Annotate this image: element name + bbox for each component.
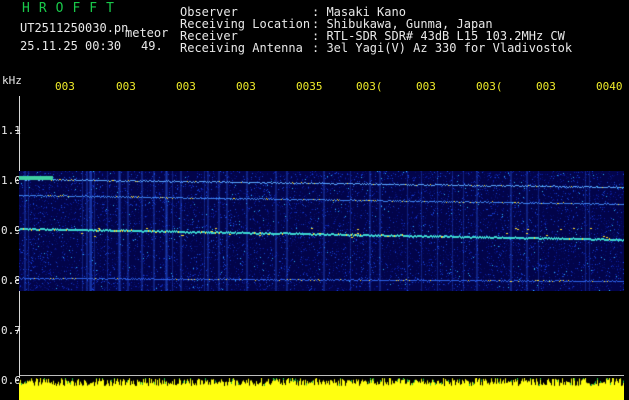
time-label: 003( — [476, 80, 503, 93]
datetime-label: 25.11.25 00:30 — [20, 39, 122, 53]
time-label: 0035 — [296, 80, 323, 93]
info-label-antenna: Receiving Antenna — [180, 41, 303, 55]
time-label: 003 — [55, 80, 75, 93]
freq-tick — [15, 130, 20, 131]
meteor-count: 49. — [141, 39, 163, 53]
signal-baseline — [19, 375, 624, 376]
filename-label: UT2511250030.pn — [20, 21, 129, 35]
info-value-antenna: : 3el Yagi(V) Az 330 for Vladivostok — [312, 41, 573, 55]
time-label: 003 — [176, 80, 196, 93]
signal-strength-bar — [19, 378, 624, 400]
time-label: 003 — [116, 80, 136, 93]
time-label: 0040 — [596, 80, 623, 93]
freq-tick — [15, 330, 20, 331]
hrofft-spectrogram-screen: HROFFT UT2511250030.pn meteor 25.11.25 0… — [0, 0, 629, 400]
time-label: 003 — [416, 80, 436, 93]
time-label: 003( — [356, 80, 383, 93]
spectrogram-canvas — [19, 171, 624, 291]
hrofft-logo: HROFFT — [22, 1, 123, 16]
time-label: 003 — [536, 80, 556, 93]
meteor-label: meteor — [125, 26, 169, 40]
unit-label: kHz — [2, 74, 22, 87]
time-label: 003 — [236, 80, 256, 93]
